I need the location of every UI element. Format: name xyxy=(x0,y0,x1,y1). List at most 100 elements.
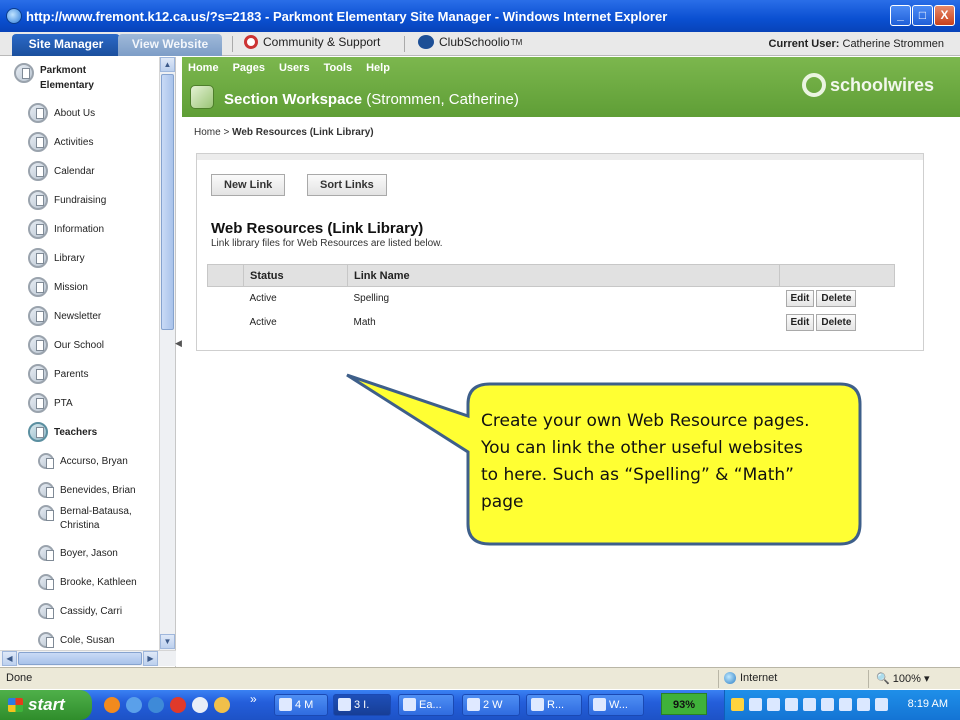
teacher-label-line2: Christina xyxy=(60,520,100,531)
explorer-icon[interactable] xyxy=(214,697,230,713)
breadcrumb-home[interactable]: Home xyxy=(194,127,221,138)
sidebar-item-mission[interactable]: Mission xyxy=(28,277,88,297)
sidebar-teacher-cole[interactable]: Cole, Susan xyxy=(38,632,114,648)
tree-root-label-line1: Parkmont xyxy=(40,65,87,76)
firefox-icon[interactable] xyxy=(104,697,120,713)
bluetooth-icon[interactable] xyxy=(821,698,834,711)
sidebar-item-information[interactable]: Information xyxy=(28,219,104,239)
network-icon[interactable] xyxy=(767,698,780,711)
edit-button[interactable]: Edit xyxy=(785,314,815,331)
nav-pages[interactable]: Pages xyxy=(233,62,265,74)
collapse-sidebar-icon[interactable]: ◀ xyxy=(175,338,182,349)
sidebar-item-activities[interactable]: Activities xyxy=(28,132,93,152)
schoolwires-wordmark: schoolwires xyxy=(829,74,934,95)
scroll-up-icon[interactable]: ▲ xyxy=(160,57,175,72)
row-link-name[interactable]: Math xyxy=(348,311,780,335)
page-icon xyxy=(28,306,48,326)
sidebar-vertical-scrollbar[interactable]: ▲ ▼ xyxy=(159,57,175,650)
nav-home[interactable]: Home xyxy=(188,62,219,74)
security-zone[interactable]: Internet xyxy=(724,672,777,684)
battery-percentage: 93% xyxy=(661,693,707,715)
close-button[interactable]: X xyxy=(934,5,955,26)
nav-help[interactable]: Help xyxy=(366,62,390,74)
sidebar-teacher-bernal-batausa[interactable]: Bernal-Batausa, Christina xyxy=(38,505,132,533)
help-icon[interactable] xyxy=(857,698,870,711)
school-icon xyxy=(14,63,34,83)
teacher-label-line1: Bernal-Batausa, xyxy=(60,506,132,517)
tree-root-parkmont[interactable]: Parkmont Elementary xyxy=(14,63,94,93)
workspace-header: Home Pages Users Tools Help Section Work… xyxy=(182,57,960,117)
nav-users[interactable]: Users xyxy=(279,62,310,74)
site-tree-sidebar: Parkmont Elementary About Us Activities … xyxy=(0,57,176,667)
taskbar-item[interactable]: 3 I. xyxy=(333,694,391,716)
main-workspace: Home Pages Users Tools Help Section Work… xyxy=(182,57,960,667)
sidebar-teacher-accurso[interactable]: Accurso, Bryan xyxy=(38,453,128,469)
expand-quicklaunch-icon[interactable]: » xyxy=(250,692,257,706)
column-header-status[interactable]: Status xyxy=(243,264,348,287)
signal-icon[interactable] xyxy=(785,698,798,711)
sidebar-item-pta[interactable]: PTA xyxy=(28,393,73,413)
sidebar-item-parents[interactable]: Parents xyxy=(28,364,88,384)
taskbar-item[interactable]: 2 W xyxy=(462,694,520,716)
volume-icon[interactable] xyxy=(875,698,888,711)
community-support-label: Community & Support xyxy=(263,35,381,49)
sidebar-item-label: About Us xyxy=(54,107,96,119)
sidebar-item-our-school[interactable]: Our School xyxy=(28,335,104,355)
sort-links-button[interactable]: Sort Links xyxy=(307,174,387,196)
community-support-link[interactable]: Community & Support xyxy=(244,35,380,49)
media-icon[interactable] xyxy=(192,697,208,713)
outlook-icon[interactable] xyxy=(148,697,164,713)
edit-button[interactable]: Edit xyxy=(785,290,815,308)
clubschoolio-link[interactable]: ClubSchoolio TM xyxy=(418,35,522,49)
taskbar-item[interactable]: Ea... xyxy=(398,694,454,716)
scroll-thumb[interactable] xyxy=(161,74,174,330)
sidebar-item-about-us[interactable]: About Us xyxy=(28,103,95,123)
page-icon xyxy=(28,335,48,355)
sidebar-item-label: Library xyxy=(54,252,85,264)
sidebar-item-newsletter[interactable]: Newsletter xyxy=(28,306,101,326)
trademark-mark: TM xyxy=(510,37,523,47)
sidebar-item-teachers[interactable]: Teachers xyxy=(28,422,97,442)
battery-icon[interactable] xyxy=(803,698,816,711)
page-icon xyxy=(28,161,48,181)
taskbar-item[interactable]: 4 M xyxy=(274,694,328,716)
sidebar-teacher-boyer[interactable]: Boyer, Jason xyxy=(38,545,118,561)
delete-button[interactable]: Delete xyxy=(816,290,857,308)
row-link-name[interactable]: Spelling xyxy=(348,287,780,311)
sidebar-item-label: Parents xyxy=(54,368,89,380)
sidebar-item-calendar[interactable]: Calendar xyxy=(28,161,95,181)
scroll-right-icon[interactable]: ▶ xyxy=(143,651,158,666)
page-icon xyxy=(38,505,54,521)
sidebar-item-label: PTA xyxy=(54,397,73,409)
row-status: Active xyxy=(249,317,277,328)
delete-button[interactable]: Delete xyxy=(816,314,857,331)
scroll-left-icon[interactable]: ◀ xyxy=(2,651,17,666)
tab-view-website[interactable]: View Website xyxy=(118,34,222,56)
maximize-button[interactable]: □ xyxy=(912,5,933,26)
sidebar-teacher-brooke[interactable]: Brooke, Kathleen xyxy=(38,574,137,590)
back-icon[interactable] xyxy=(749,698,762,711)
scroll-down-icon[interactable]: ▼ xyxy=(160,634,175,649)
opera-icon[interactable] xyxy=(170,697,186,713)
new-link-button[interactable]: New Link xyxy=(211,174,286,196)
sidebar-teacher-benevides[interactable]: Benevides, Brian xyxy=(38,482,136,498)
sidebar-item-library[interactable]: Library xyxy=(28,248,85,268)
taskbar-item[interactable]: W... xyxy=(588,694,644,716)
page-icon xyxy=(38,453,54,469)
start-button[interactable]: start xyxy=(0,690,92,720)
sidebar-teacher-cassidy[interactable]: Cassidy, Carri xyxy=(38,603,122,619)
sidebar-horizontal-scrollbar[interactable]: ◀ ▶ xyxy=(0,650,176,666)
taskbar-item[interactable]: R... xyxy=(526,694,582,716)
nav-tools[interactable]: Tools xyxy=(324,62,353,74)
zoom-level[interactable]: 🔍 100% ▾ xyxy=(876,672,929,685)
column-header-link-name[interactable]: Link Name xyxy=(347,264,780,287)
sidebar-item-fundraising[interactable]: Fundraising xyxy=(28,190,106,210)
shield-icon[interactable] xyxy=(839,698,852,711)
ie-icon[interactable] xyxy=(126,697,142,713)
breadcrumb: Home > Web Resources (Link Library) xyxy=(194,127,374,138)
warning-icon[interactable] xyxy=(731,698,744,711)
scroll-thumb[interactable] xyxy=(18,652,142,665)
tab-site-manager[interactable]: Site Manager xyxy=(12,34,120,56)
minimize-button[interactable]: _ xyxy=(890,5,911,26)
sidebar-item-label: Calendar xyxy=(54,165,95,177)
